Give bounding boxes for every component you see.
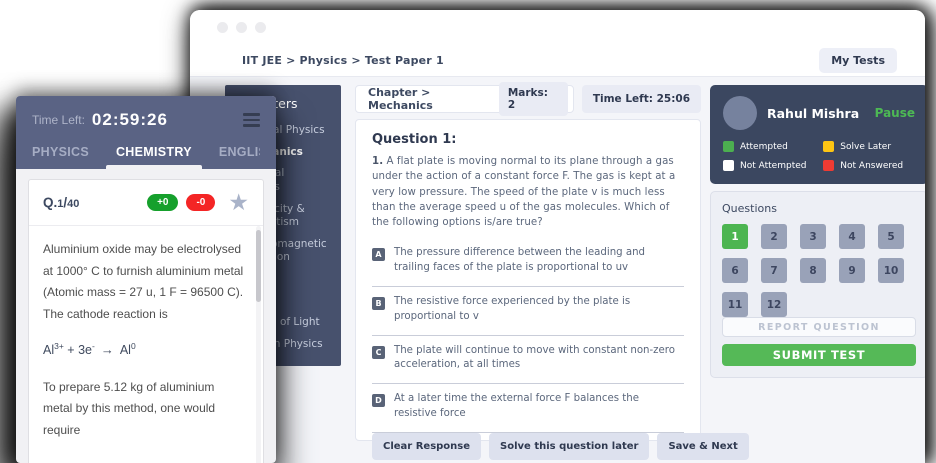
breadcrumb[interactable]: IIT JEE > Physics > Test Paper 1: [242, 54, 444, 67]
mobile-app-window: Time Left: 02:59:26 PHYSICS CHEMISTRY EN…: [16, 96, 276, 463]
option-d-letter: D: [372, 394, 385, 407]
option-a[interactable]: A The pressure difference between the le…: [372, 238, 684, 276]
clear-response-button[interactable]: Clear Response: [372, 433, 481, 460]
arrow-icon: →: [101, 342, 114, 357]
question-number-10[interactable]: 10: [878, 258, 904, 283]
question-number-grid: 1 2 3 4 5 6 7 8 9 10 11 12: [722, 224, 916, 317]
question-number-7[interactable]: 7: [761, 258, 787, 283]
legend-attempted: Attempted: [723, 141, 819, 152]
option-a-text: The pressure difference between the lead…: [394, 246, 684, 276]
question-number-3[interactable]: 3: [800, 224, 826, 249]
hamburger-menu-icon[interactable]: [243, 110, 260, 130]
avatar: [723, 96, 757, 130]
solve-later-swatch: [823, 141, 834, 152]
mobile-body: Q.1/40 +0 -0 ★ Aluminium oxide may be el…: [16, 169, 276, 463]
question-text: 1. A flat plate is moving normal to its …: [372, 154, 684, 230]
question-footer: Clear Response Solve this question later…: [372, 433, 684, 460]
options-list: A The pressure difference between the le…: [372, 238, 684, 432]
question-number-4[interactable]: 4: [839, 224, 865, 249]
bookmark-star-icon[interactable]: ★: [228, 191, 249, 214]
legend-solve-later: Solve Later: [823, 141, 915, 152]
marks-badge: Marks: 2: [499, 82, 568, 116]
reaction-formula: Al3+ + 3e-→Al0: [43, 338, 245, 362]
option-c[interactable]: C The plate will continue to move with c…: [372, 336, 684, 374]
question-number-1[interactable]: 1: [722, 224, 748, 249]
question-paragraph: Aluminium oxide may be electrolysed at 1…: [43, 239, 245, 325]
right-panel: Rahul Mishra Pause Attempted Solve Later…: [710, 85, 925, 378]
legend-not-answered: Not Answered: [823, 160, 915, 171]
question-title: Question 1:: [372, 132, 684, 147]
window-dot-icon: [255, 22, 266, 33]
legend-label: Attempted: [740, 142, 788, 152]
mobile-question-body: Aluminium oxide may be electrolysed at 1…: [29, 226, 263, 463]
chapter-breadcrumb: Chapter > Mechanics: [368, 86, 499, 112]
not-attempted-swatch: [723, 160, 734, 171]
user-name: Rahul Mishra: [767, 106, 859, 121]
not-answered-swatch: [823, 160, 834, 171]
app-navbar: IIT JEE > Physics > Test Paper 1 My Test…: [190, 44, 925, 77]
option-d-text: At a later time the external force F bal…: [394, 392, 684, 422]
time-left-badge: Time Left: 25:06: [582, 85, 701, 113]
option-b[interactable]: B The resistive force experienced by the…: [372, 287, 684, 325]
mobile-header: Time Left: 02:59:26 PHYSICS CHEMISTRY EN…: [16, 96, 276, 169]
option-b-text: The resistive force experienced by the p…: [394, 295, 684, 325]
scrollbar-thumb[interactable]: [256, 230, 261, 302]
report-question-button[interactable]: REPORT QUESTION: [722, 317, 916, 337]
window-dot-icon: [236, 22, 247, 33]
browser-titlebar: [190, 10, 925, 44]
legend-label: Solve Later: [840, 142, 891, 152]
question-number-11[interactable]: 11: [722, 292, 748, 317]
time-left-value: 02:59:26: [92, 110, 168, 130]
positive-marks-badge: +0: [147, 194, 178, 211]
tab-physics[interactable]: PHYSICS: [32, 145, 89, 169]
negative-marks-badge: -0: [186, 194, 215, 211]
time-left-label: Time Left:: [32, 113, 85, 127]
user-panel: Rahul Mishra Pause Attempted Solve Later…: [710, 85, 925, 184]
tab-chemistry[interactable]: CHEMISTRY: [116, 145, 192, 169]
question-card: Question 1: 1. A flat plate is moving no…: [355, 119, 701, 441]
my-tests-button[interactable]: My Tests: [819, 48, 897, 73]
mobile-card-header: Q.1/40 +0 -0 ★: [29, 180, 263, 226]
option-d[interactable]: D At a later time the external force F b…: [372, 384, 684, 422]
mobile-question-card: Q.1/40 +0 -0 ★ Aluminium oxide may be el…: [28, 179, 264, 463]
tab-english-proficiency[interactable]: ENGLISH PROFICIENCY: [219, 145, 260, 169]
questions-title: Questions: [722, 202, 916, 215]
question-number-5[interactable]: 5: [878, 224, 904, 249]
legend-label: Not Answered: [840, 161, 903, 171]
question-number: 1.: [372, 156, 383, 167]
question-counter: Q.1/40: [43, 195, 79, 210]
status-legend: Attempted Solve Later Not Attempted Not …: [723, 141, 915, 171]
subject-tabs: PHYSICS CHEMISTRY ENGLISH PROFICIENCY: [32, 145, 260, 169]
window-dot-icon: [217, 22, 228, 33]
app-content: Chapters General Physics Mechanics Therm…: [190, 77, 925, 463]
question-number-12[interactable]: 12: [761, 292, 787, 317]
option-c-letter: C: [372, 346, 385, 359]
attempted-swatch: [723, 141, 734, 152]
option-c-text: The plate will continue to move with con…: [394, 344, 684, 374]
question-column: Chapter > Mechanics Marks: 2 Time Left: …: [355, 85, 701, 441]
option-a-letter: A: [372, 248, 385, 261]
question-number-6[interactable]: 6: [722, 258, 748, 283]
solve-later-button[interactable]: Solve this question later: [489, 433, 649, 460]
question-number-8[interactable]: 8: [800, 258, 826, 283]
option-b-letter: B: [372, 297, 385, 310]
questions-panel: Questions 1 2 3 4 5 6 7 8 9 10 11 12 REP…: [710, 191, 925, 378]
pause-button[interactable]: Pause: [875, 106, 915, 120]
legend-not-attempted: Not Attempted: [723, 160, 819, 171]
browser-window: IIT JEE > Physics > Test Paper 1 My Test…: [190, 10, 925, 463]
question-number-9[interactable]: 9: [839, 258, 865, 283]
question-paragraph: To prepare 5.12 kg of aluminium metal by…: [43, 377, 245, 442]
save-next-button[interactable]: Save & Next: [657, 433, 748, 460]
legend-label: Not Attempted: [740, 161, 806, 171]
question-number-2[interactable]: 2: [761, 224, 787, 249]
chapter-header-bar: Chapter > Mechanics Marks: 2: [355, 85, 574, 113]
submit-test-button[interactable]: SUBMIT TEST: [722, 344, 916, 366]
